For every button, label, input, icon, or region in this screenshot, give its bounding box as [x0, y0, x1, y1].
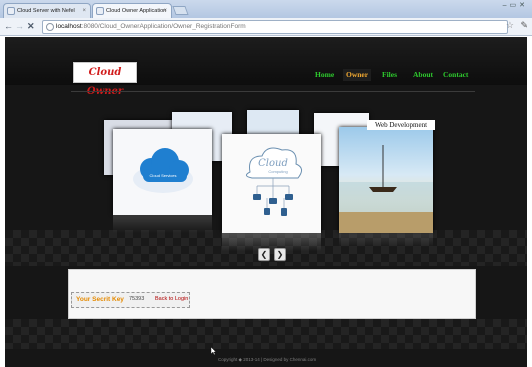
cloud-services-label: Cloud Services [150, 173, 177, 178]
address-bar: ← → ✕ localhost:8080/Cloud_OwnerApplicat… [0, 18, 532, 36]
close-icon[interactable]: ✕ [27, 20, 35, 33]
secret-key-value: 75393 [129, 296, 145, 302]
carousel-slide-landscape[interactable] [339, 127, 433, 233]
browser-viewport: Cloud Owner Home Owner Files About Conta… [0, 37, 532, 367]
forward-icon[interactable]: → [15, 20, 24, 33]
slide-caption: Web Development [367, 120, 435, 130]
window-controls[interactable]: –▭✕ [503, 1, 528, 9]
back-to-login-link[interactable]: Back to Login [155, 296, 188, 302]
cloud-computing-icon: Cloud Computing [246, 147, 302, 216]
close-icon[interactable]: × [163, 4, 167, 18]
footer-copyright: Copyright ◆ 2013-14 | Designed by Chenna… [218, 357, 317, 362]
globe-icon [46, 23, 54, 31]
cloud-logo-title: Cloud [258, 158, 288, 169]
new-tab-button[interactable] [172, 6, 189, 15]
page-icon [7, 7, 15, 15]
close-icon[interactable]: × [82, 4, 86, 18]
header-divider [71, 91, 475, 92]
star-icon[interactable]: ☆ [506, 20, 514, 31]
browser-tab-strip: Cloud Server with Nefel × Cloud Owner Ap… [0, 0, 532, 18]
mouse-cursor-icon [211, 347, 216, 355]
nav-owner[interactable]: Owner [343, 69, 372, 81]
site-logo[interactable]: Cloud Owner [73, 62, 137, 97]
slide-reflection [113, 215, 212, 233]
url-host: localhost [56, 23, 82, 30]
cloud-icon: Cloud Services [133, 148, 193, 193]
slide-reflection [339, 233, 433, 247]
nav-contact[interactable]: Contact [443, 69, 468, 81]
url-path: :8080/Cloud_OwnerApplication/Owner_Regis… [81, 23, 246, 30]
nav-home[interactable]: Home [315, 69, 334, 81]
carousel-slide-cloud-services[interactable]: Cloud Services [113, 129, 212, 215]
tab-title: Cloud Server with Nefel [17, 8, 75, 14]
browser-tab[interactable]: Cloud Server with Nefel × [3, 3, 91, 18]
slide-reflection [222, 233, 321, 251]
boat-image [339, 145, 433, 233]
carousel-slide-cloud-computing[interactable]: Cloud Computing [222, 134, 321, 233]
browser-tab-active[interactable]: Cloud Owner Application × [92, 3, 172, 18]
nav-about[interactable]: About [413, 69, 433, 81]
secret-key-label: Your Secrit Key [76, 296, 124, 303]
cloud-logo-subtitle: Computing [268, 169, 287, 174]
carousel-next-button[interactable]: ❯ [274, 248, 286, 261]
wrench-icon[interactable]: ✎ [520, 20, 528, 31]
carousel-prev-button[interactable]: ❮ [258, 248, 270, 261]
background-pattern [5, 319, 527, 349]
nav-files[interactable]: Files [382, 69, 397, 81]
back-icon[interactable]: ← [4, 20, 13, 33]
url-input[interactable]: localhost:8080/Cloud_OwnerApplication/Ow… [42, 20, 508, 34]
web-page: Cloud Owner Home Owner Files About Conta… [5, 37, 527, 367]
page-icon [96, 7, 104, 15]
tab-title: Cloud Owner Application [106, 8, 167, 14]
